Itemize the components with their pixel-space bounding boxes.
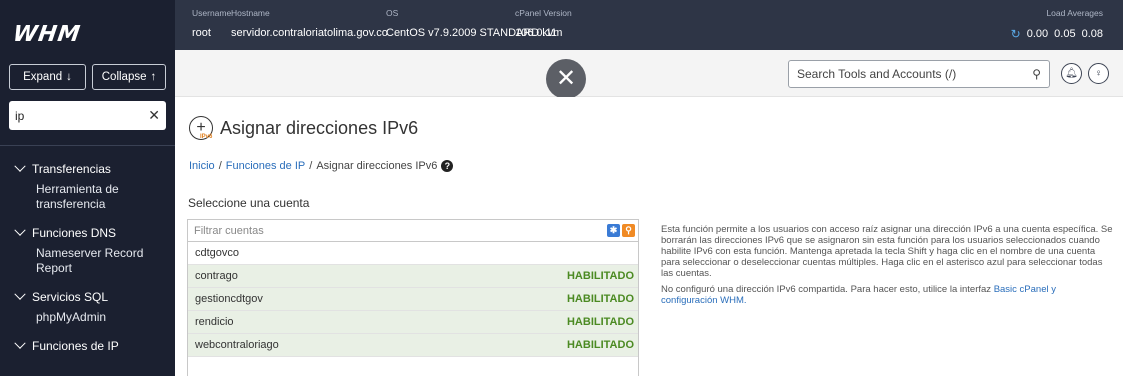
- table-row[interactable]: contrago HABILITADO: [188, 265, 638, 288]
- nav-group-label: Servicios SQL: [32, 290, 109, 304]
- sidebar-divider: [0, 145, 175, 146]
- account-status: HABILITADO: [566, 270, 634, 282]
- account-name: contrago: [195, 270, 238, 282]
- sidebar-search-value: ip: [15, 108, 25, 123]
- sidebar-search-input[interactable]: ip ✕: [9, 101, 166, 130]
- account-name: webcontraloriago: [195, 339, 279, 351]
- help-icon[interactable]: ?: [441, 160, 454, 172]
- select-account-label: Seleccione una cuenta: [188, 196, 310, 210]
- info-text: Esta función permite a los usuarios con …: [661, 224, 1113, 306]
- os-label: OS: [386, 8, 399, 18]
- nav-group-servicios-sql[interactable]: Servicios SQL: [0, 286, 175, 308]
- table-row[interactable]: gestioncdtgov HABILITADO: [188, 288, 638, 311]
- load-5min: 0.05: [1054, 28, 1076, 40]
- load-15min: 0.08: [1081, 28, 1103, 40]
- sidebar: WHM Expand ↓ Collapse ↑ ip ✕ Transferenc…: [0, 0, 175, 376]
- nav-item-herramienta-de-transferencia[interactable]: Herramienta de transferencia: [0, 180, 175, 222]
- nav-group-label: Transferencias: [32, 162, 111, 176]
- filter-placeholder: Filtrar cuentas: [194, 224, 264, 237]
- info-shared-ip-text: No configuró una dirección IPv6 comparti…: [661, 284, 992, 295]
- arrow-down-icon: ↓: [66, 71, 72, 83]
- ipv6-plus-icon: + IPv6: [189, 116, 213, 140]
- search-placeholder: Search Tools and Accounts (/): [797, 67, 957, 81]
- breadcrumb-sep: /: [218, 160, 222, 172]
- cpanel-version-value: 106.0.11: [515, 27, 558, 39]
- account-status: HABILITADO: [566, 293, 634, 305]
- account-status: HABILITADO: [566, 339, 634, 351]
- nav-group-funciones-dns[interactable]: Funciones DNS: [0, 222, 175, 244]
- top-info-bar: Username Hostname OS cPanel Version root…: [175, 0, 1123, 50]
- nav-group-funciones-de-ip[interactable]: Funciones de IP: [0, 335, 175, 357]
- breadcrumb-home[interactable]: Inicio: [189, 160, 215, 172]
- refresh-icon[interactable]: ↻: [1011, 27, 1021, 41]
- search-toolbar: Search Tools and Accounts (/) ⚲ 🔔︎ ♀: [175, 50, 1123, 97]
- search-tools-input[interactable]: Search Tools and Accounts (/) ⚲: [788, 60, 1050, 88]
- ipv6-icon-tag: IPv6: [200, 134, 213, 140]
- user-account-icon[interactable]: ♀: [1088, 63, 1109, 84]
- table-row[interactable]: webcontraloriago HABILITADO: [188, 334, 638, 357]
- breadcrumb-current: Asignar direcciones IPv6: [316, 160, 438, 172]
- search-icon[interactable]: ⚲: [622, 224, 635, 237]
- breadcrumb: Inicio / Funciones de IP / Asignar direcci…: [189, 160, 454, 172]
- nav-item-phpmyadmin[interactable]: phpMyAdmin: [0, 308, 175, 335]
- sidebar-nav: Transferencias Herramienta de transferen…: [0, 158, 175, 357]
- cpanel-version-label: cPanel Version: [515, 8, 572, 18]
- whm-logo[interactable]: WHM: [11, 22, 82, 47]
- username-label: Username: [192, 8, 232, 18]
- collapse-label: Collapse: [101, 71, 147, 83]
- nav-item-nameserver-record-report[interactable]: Nameserver Record Report: [0, 244, 175, 286]
- load-averages-values: ↻ 0.00 0.05 0.08: [1011, 27, 1103, 41]
- filter-accounts-input[interactable]: Filtrar cuentas ✱ ⚲: [188, 220, 638, 242]
- search-icon: ⚲: [1032, 67, 1041, 81]
- collapse-button[interactable]: Collapse ↑: [92, 64, 166, 90]
- close-icon[interactable]: ✕: [546, 59, 586, 99]
- hostname-value: servidor.contraloriatolima.gov.co: [231, 27, 388, 39]
- page-title: Asignar direcciones IPv6: [220, 118, 419, 138]
- nav-group-transferencias[interactable]: Transferencias: [0, 158, 175, 180]
- info-paragraph: Esta función permite a los usuarios con …: [661, 224, 1113, 279]
- load-1min: 0.00: [1026, 28, 1049, 40]
- chevron-down-icon: [14, 288, 26, 300]
- info-paragraph-shared-ip: No configuró una dirección IPv6 comparti…: [661, 284, 1113, 306]
- account-name: rendicio: [195, 316, 234, 328]
- expand-button[interactable]: Expand ↓: [9, 64, 86, 90]
- nav-group-label: Funciones DNS: [32, 226, 117, 240]
- account-status: HABILITADO: [566, 316, 634, 328]
- hostname-label: Hostname: [231, 8, 270, 18]
- notifications-bell-icon[interactable]: 🔔︎: [1061, 63, 1082, 84]
- expand-label: Expand: [23, 71, 63, 83]
- account-name: gestioncdtgov: [195, 293, 263, 305]
- nav-group-label: Funciones de IP: [32, 339, 119, 353]
- clear-search-icon[interactable]: ✕: [148, 107, 160, 124]
- arrow-up-icon: ↑: [150, 71, 157, 83]
- main-content: + IPv6 Asignar direcciones IPv6 Inicio / F…: [175, 97, 1123, 376]
- account-name: cdtgovco: [195, 247, 240, 259]
- chevron-down-icon: [14, 160, 26, 172]
- breadcrumb-section[interactable]: Funciones de IP: [226, 160, 306, 172]
- chevron-down-icon: [14, 224, 26, 236]
- table-row[interactable]: rendicio HABILITADO: [188, 311, 638, 334]
- chevron-down-icon: [14, 337, 26, 349]
- username-value: root: [192, 27, 211, 39]
- select-all-asterisk-icon[interactable]: ✱: [607, 224, 620, 237]
- load-averages-label: Load Averages: [1046, 8, 1103, 18]
- account-list: Filtrar cuentas ✱ ⚲ cdtgovco contrago HA…: [187, 219, 639, 376]
- filter-icons: ✱ ⚲: [607, 224, 635, 237]
- table-row[interactable]: cdtgovco: [188, 242, 638, 265]
- breadcrumb-sep: /: [309, 160, 313, 172]
